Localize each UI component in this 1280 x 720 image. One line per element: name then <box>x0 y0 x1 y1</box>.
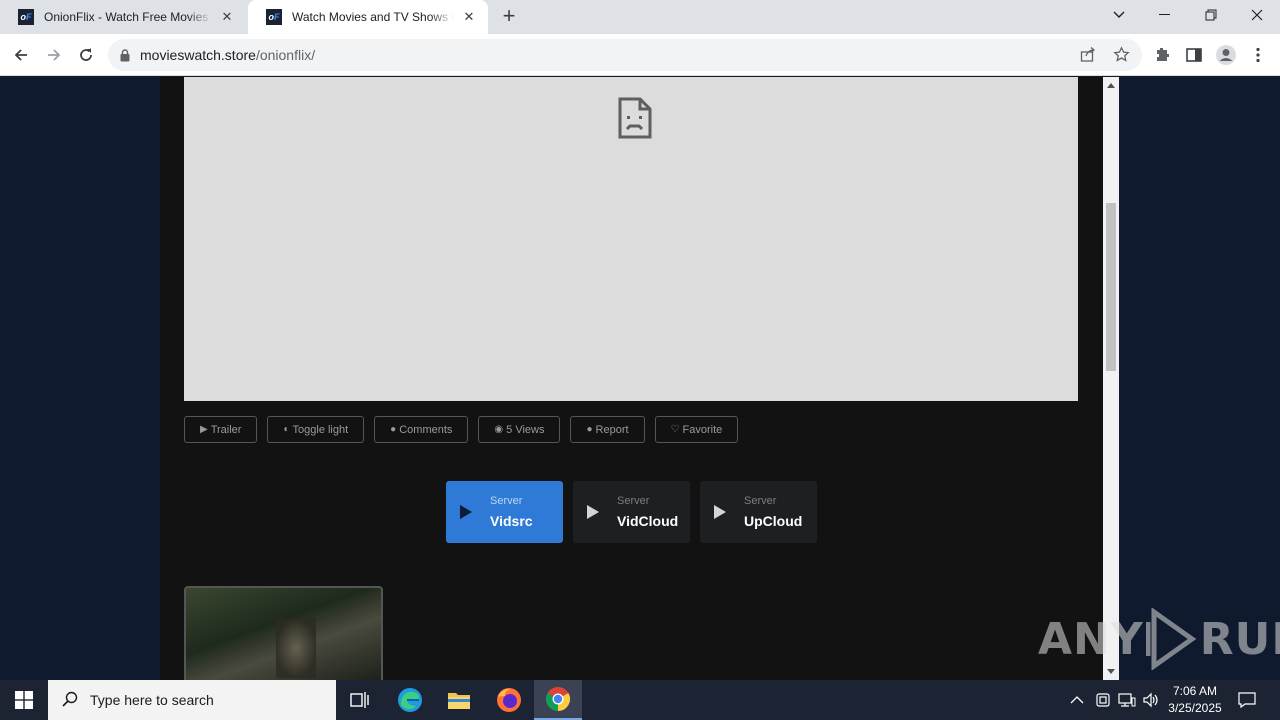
comment-icon: ● <box>390 424 397 435</box>
windows-start-icon[interactable] <box>0 680 48 720</box>
server-caption: Server <box>744 494 777 507</box>
search-icon <box>62 691 78 710</box>
security-tray-icon[interactable] <box>1095 680 1111 720</box>
file-explorer-icon[interactable] <box>435 680 483 720</box>
anyrun-watermark: ANY RUN <box>1038 608 1280 670</box>
clock-date: 3/25/2025 <box>1168 701 1222 715</box>
server-caption: Server <box>617 494 650 507</box>
scroll-thumb[interactable] <box>1106 203 1116 371</box>
browser-tab[interactable]: oF OnionFlix - Watch Free Movies & TV ✕ <box>0 0 246 34</box>
kebab-menu-icon[interactable] <box>1245 42 1271 68</box>
tab-search-chevron-icon[interactable] <box>1096 0 1142 30</box>
bookmark-star-icon[interactable] <box>1113 46 1130 66</box>
video-player-frame[interactable] <box>184 77 1078 401</box>
restore-icon[interactable] <box>1188 0 1234 30</box>
watermark-text-right: RUN <box>1199 613 1280 665</box>
trailer-button[interactable]: ▶ Trailer <box>184 416 258 443</box>
side-panel-icon[interactable] <box>1181 42 1207 68</box>
new-tab-button[interactable]: + <box>498 5 520 28</box>
url-path: /onionflix/ <box>255 47 316 63</box>
youtube-icon: ▶ <box>200 424 208 435</box>
extensions-icon[interactable] <box>1149 42 1175 68</box>
taskbar-search-box[interactable]: Type here to search <box>48 680 336 720</box>
notifications-icon[interactable] <box>1238 680 1256 720</box>
toggle-light-button[interactable]: ◐ Toggle light <box>267 416 365 443</box>
sad-page-icon <box>618 97 652 144</box>
play-icon <box>587 505 599 519</box>
firefox-icon[interactable] <box>485 680 533 720</box>
clock-time: 7:06 AM <box>1172 684 1218 698</box>
server-name: VidCloud <box>617 512 679 529</box>
url-domain: movieswatch.store <box>140 47 256 63</box>
eye-icon: ◉ <box>494 424 504 435</box>
profile-avatar-icon[interactable] <box>1213 42 1239 68</box>
tab-title: Watch Movies and TV Shows Online <box>292 10 454 24</box>
close-tab-icon[interactable]: ✕ <box>460 8 478 26</box>
volume-icon[interactable] <box>1142 680 1160 720</box>
comments-label: Comments <box>399 423 453 436</box>
onionflix-favicon-icon: oF <box>18 9 34 25</box>
page-viewport: ▶ Trailer ◐ Toggle light ● Comments ◉ 5 View… <box>0 77 1280 680</box>
close-window-icon[interactable] <box>1234 0 1280 30</box>
views-button[interactable]: ◉ 5 Views <box>478 416 561 443</box>
windows-taskbar: Type here to search 7:06 AM 3/25/2025 <box>0 680 1280 720</box>
main-content: ▶ Trailer ◐ Toggle light ● Comments ◉ 5 View… <box>160 77 1103 680</box>
task-view-icon[interactable] <box>336 680 384 720</box>
show-hidden-icons-chevron-icon[interactable] <box>1070 680 1084 720</box>
adjust-icon: ◐ <box>283 424 290 435</box>
share-icon[interactable] <box>1080 46 1097 66</box>
taskbar-clock[interactable]: 7:06 AM 3/25/2025 <box>1160 683 1230 717</box>
favorite-label: Favorite <box>682 423 723 436</box>
browser-toolbar: movieswatch.store/onionflix/ <box>0 34 1280 76</box>
action-button-row: ▶ Trailer ◐ Toggle light ● Comments ◉ 5 View… <box>184 416 739 443</box>
browser-tab-active[interactable]: oF Watch Movies and TV Shows Online ✕ <box>248 0 488 34</box>
server-upcloud-button[interactable]: Server UpCloud <box>700 481 817 543</box>
network-icon[interactable] <box>1118 680 1136 720</box>
anyrun-play-logo-icon <box>1145 608 1197 670</box>
reload-icon[interactable] <box>73 42 99 68</box>
views-label: 5 Views <box>506 423 545 436</box>
alert-icon: ● <box>586 424 593 435</box>
movie-poster[interactable] <box>184 586 383 680</box>
server-list: Server Vidsrc Server VidCloud Server UpC… <box>446 481 817 543</box>
trailer-label: Trailer <box>210 423 242 436</box>
play-icon <box>714 505 726 519</box>
address-bar[interactable]: movieswatch.store/onionflix/ <box>108 39 1142 71</box>
close-tab-icon[interactable]: ✕ <box>218 8 236 26</box>
minimize-icon[interactable] <box>1142 0 1188 30</box>
play-icon <box>460 505 472 519</box>
toggle-light-label: Toggle light <box>292 423 349 436</box>
server-vidcloud-button[interactable]: Server VidCloud <box>573 481 690 543</box>
server-name: UpCloud <box>744 512 803 529</box>
back-icon[interactable] <box>8 42 34 68</box>
search-placeholder: Type here to search <box>90 692 214 708</box>
tab-title: OnionFlix - Watch Free Movies & TV <box>44 10 212 24</box>
comments-button[interactable]: ● Comments <box>374 416 469 443</box>
lock-icon[interactable] <box>120 48 130 62</box>
server-name: Vidsrc <box>490 512 533 529</box>
scroll-up-icon[interactable] <box>1107 83 1115 88</box>
chrome-icon[interactable] <box>534 680 582 720</box>
report-button[interactable]: ● Report <box>570 416 645 443</box>
report-label: Report <box>595 423 629 436</box>
watermark-text-left: ANY <box>1038 613 1144 665</box>
server-vidsrc-button[interactable]: Server Vidsrc <box>446 481 563 543</box>
tab-strip: oF OnionFlix - Watch Free Movies & TV ✕ … <box>0 0 1280 34</box>
edge-browser-icon[interactable] <box>386 680 434 720</box>
heart-icon: ♡ <box>670 424 680 435</box>
page-scrollbar[interactable] <box>1103 77 1119 680</box>
server-caption: Server <box>490 494 523 507</box>
forward-icon[interactable] <box>41 42 67 68</box>
favorite-button[interactable]: ♡ Favorite <box>654 416 739 443</box>
onionflix-favicon-icon: oF <box>266 9 282 25</box>
